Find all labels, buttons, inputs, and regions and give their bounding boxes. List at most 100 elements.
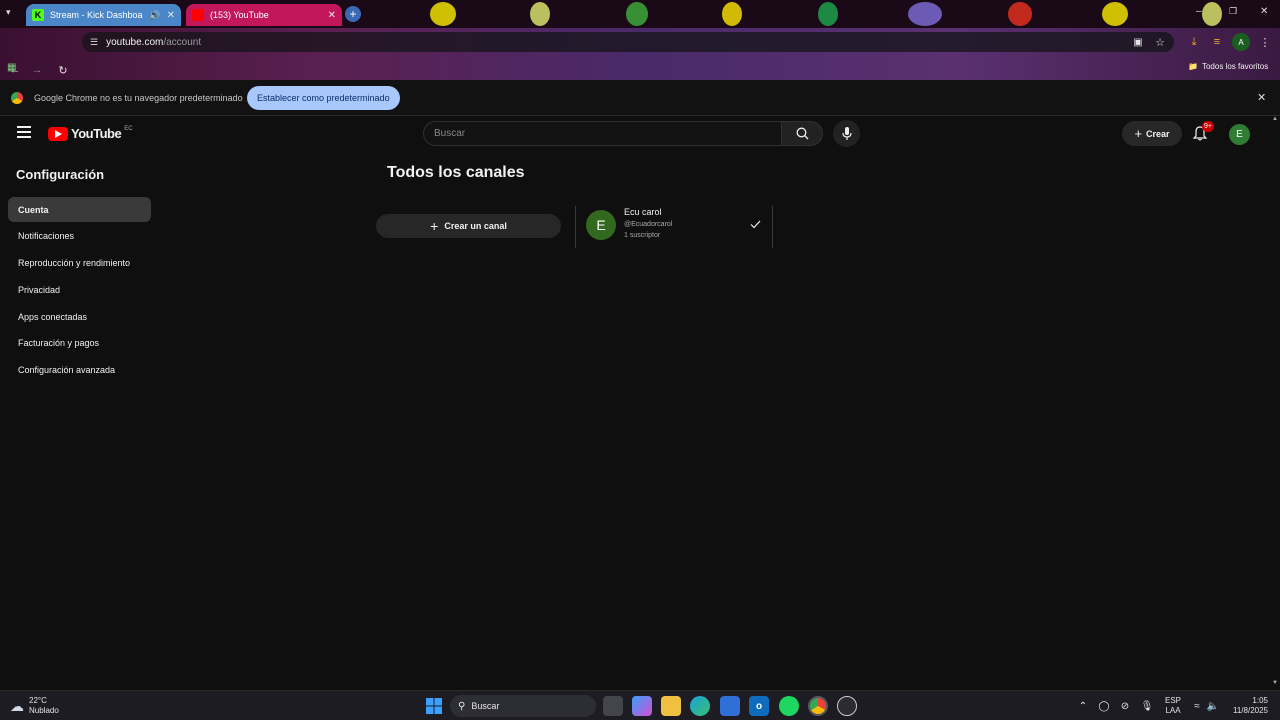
search-button[interactable]: [781, 121, 823, 146]
settings-title: Configuración: [16, 167, 105, 182]
youtube-favicon-icon: [192, 9, 204, 21]
sidebar-item-advanced[interactable]: Configuración avanzada: [8, 357, 151, 382]
reading-list-icon[interactable]: ≡: [1208, 33, 1226, 51]
channel-handle: @Ecuadorcarol: [624, 221, 673, 228]
default-browser-infobar: Google Chrome no es tu navegador predete…: [0, 80, 1280, 116]
theme-decoration: [722, 2, 742, 26]
language-code: ESP: [1165, 696, 1182, 705]
notifications-badge: 9+: [1202, 121, 1214, 132]
chrome-profile-avatar[interactable]: A: [1232, 33, 1250, 51]
microphone-icon: [841, 127, 852, 140]
chrome-menu-icon[interactable]: ⋮: [1256, 33, 1274, 51]
sidebar-item-account[interactable]: Cuenta: [8, 197, 151, 222]
network-off-icon[interactable]: ⊘: [1118, 699, 1132, 713]
chrome-taskbar-icon[interactable]: [808, 696, 828, 716]
apps-grid-icon[interactable]: ▦: [7, 62, 16, 73]
chevron-up-icon[interactable]: ⌃: [1076, 699, 1090, 713]
sidebar-item-notifications[interactable]: Notificaciones: [8, 223, 151, 248]
page-title: Todos los canales: [387, 164, 525, 181]
scroll-down-icon[interactable]: ▼: [1272, 680, 1278, 686]
theme-decoration: [1102, 2, 1128, 26]
tab-youtube[interactable]: (153) YouTube ✕: [186, 4, 342, 26]
tab-strip: ▾ K Stream - Kick Dashboard 🔊 ✕ (153) Yo…: [0, 0, 1280, 28]
file-explorer-icon[interactable]: [661, 696, 681, 716]
menu-hamburger-icon[interactable]: [17, 126, 31, 138]
volume-icon[interactable]: 🔈: [1206, 699, 1220, 713]
notifications-button[interactable]: 9+: [1192, 121, 1214, 142]
url-path: /account: [163, 36, 202, 48]
microphone-tray-icon[interactable]: 🎙: [1140, 699, 1154, 713]
keyboard-layout: LAA: [1165, 706, 1181, 715]
kick-favicon-icon: K: [32, 9, 44, 21]
site-settings-icon[interactable]: ☰: [90, 37, 98, 48]
create-channel-label: Crear un canal: [444, 221, 507, 231]
cloud-icon: ☁: [10, 697, 24, 714]
all-bookmarks-label: Todos los favoritos: [1201, 62, 1269, 71]
sidebar-item-privacy[interactable]: Privacidad: [8, 277, 151, 302]
new-tab-button[interactable]: +: [345, 6, 361, 22]
theme-decoration: [908, 2, 942, 26]
search-input[interactable]: Buscar: [423, 121, 781, 146]
address-bar[interactable]: ☰ youtube.com/account: [82, 32, 1174, 52]
bookmark-star-icon[interactable]: ☆: [1151, 33, 1169, 51]
outlook-icon[interactable]: o: [749, 696, 769, 716]
create-button[interactable]: + Crear: [1122, 121, 1182, 146]
youtube-wordmark: YouTube: [71, 126, 122, 141]
start-windows-icon[interactable]: [424, 696, 444, 716]
taskbar-search[interactable]: ⚲ Buscar: [450, 695, 596, 717]
clock-time: 1:05: [1252, 696, 1268, 705]
copilot-icon[interactable]: [632, 696, 652, 716]
set-default-button[interactable]: Establecer como predeterminado: [247, 86, 400, 110]
minimize-icon[interactable]: –: [1196, 6, 1202, 17]
close-tab-icon[interactable]: ✕: [167, 10, 175, 21]
restore-icon[interactable]: ❐: [1229, 6, 1237, 17]
install-app-icon[interactable]: ▣: [1129, 33, 1147, 51]
infobar-message: Google Chrome no es tu navegador predete…: [34, 93, 243, 103]
edge-icon[interactable]: [690, 696, 710, 716]
browser-frame: ▾ K Stream - Kick Dashboard 🔊 ✕ (153) Yo…: [0, 0, 1280, 80]
country-code: EC: [124, 125, 133, 132]
youtube-header: YouTube EC Buscar + Crear 9+ E: [0, 116, 1280, 152]
channel-card[interactable]: E Ecu carol @Ecuadorcarol 1 suscriptor: [575, 206, 773, 248]
close-window-icon[interactable]: ✕: [1260, 6, 1268, 17]
url-host: youtube.com: [106, 36, 164, 48]
youtube-logo[interactable]: YouTube EC: [48, 126, 133, 141]
plus-icon: +: [1134, 126, 1143, 141]
theme-decoration: [1008, 2, 1032, 26]
obs-icon[interactable]: [837, 696, 857, 716]
scroll-up-icon[interactable]: ▲: [1272, 116, 1278, 122]
speaker-icon[interactable]: 🔊: [149, 10, 160, 21]
create-label: Crear: [1146, 128, 1170, 139]
windows-taskbar: ☁ 22°C Nublado ⚲ Buscar o ⌃ ◯ ⊘ 🎙 ESP LA…: [0, 690, 1280, 720]
youtube-play-icon: [48, 126, 68, 141]
sidebar-item-playback[interactable]: Reproducción y rendimiento: [8, 250, 151, 275]
weather-widget[interactable]: ☁ 22°C Nublado: [10, 696, 59, 716]
tab-kick-dashboard[interactable]: K Stream - Kick Dashboard 🔊 ✕: [26, 4, 181, 26]
tab-search-chevron-icon[interactable]: ▾: [6, 7, 11, 18]
plus-icon: +: [430, 218, 439, 234]
sidebar-item-billing[interactable]: Facturación y pagos: [8, 330, 151, 355]
wifi-icon[interactable]: ≈: [1190, 699, 1204, 713]
checkmark-icon: [750, 220, 761, 229]
all-bookmarks[interactable]: 📁 Todos los favoritos: [1188, 62, 1268, 71]
spotify-icon[interactable]: [779, 696, 799, 716]
clock[interactable]: 1:05 11/8/2025: [1226, 696, 1268, 716]
page-scrollbar[interactable]: ▲ ▼: [1271, 116, 1280, 690]
create-channel-button[interactable]: + Crear un canal: [376, 214, 561, 238]
language-indicator[interactable]: ESP LAA: [1165, 696, 1181, 716]
plus-icon: +: [349, 7, 357, 21]
download-icon[interactable]: ⤓: [1185, 33, 1203, 51]
task-view-icon[interactable]: [603, 696, 623, 716]
store-icon[interactable]: [720, 696, 740, 716]
theme-decoration: [430, 2, 456, 26]
search-icon: ⚲: [458, 700, 466, 712]
close-tab-icon[interactable]: ✕: [328, 10, 336, 21]
voice-search-button[interactable]: [833, 120, 860, 147]
theme-decoration: [1202, 2, 1222, 26]
account-avatar[interactable]: E: [1229, 124, 1250, 145]
close-infobar-icon[interactable]: ✕: [1257, 91, 1266, 104]
sidebar-item-connected-apps[interactable]: Apps conectadas: [8, 304, 151, 329]
tray-app-icon[interactable]: ◯: [1097, 699, 1111, 713]
taskbar-search-label: Buscar: [471, 701, 500, 711]
tab-title: Stream - Kick Dashboard: [50, 10, 144, 20]
